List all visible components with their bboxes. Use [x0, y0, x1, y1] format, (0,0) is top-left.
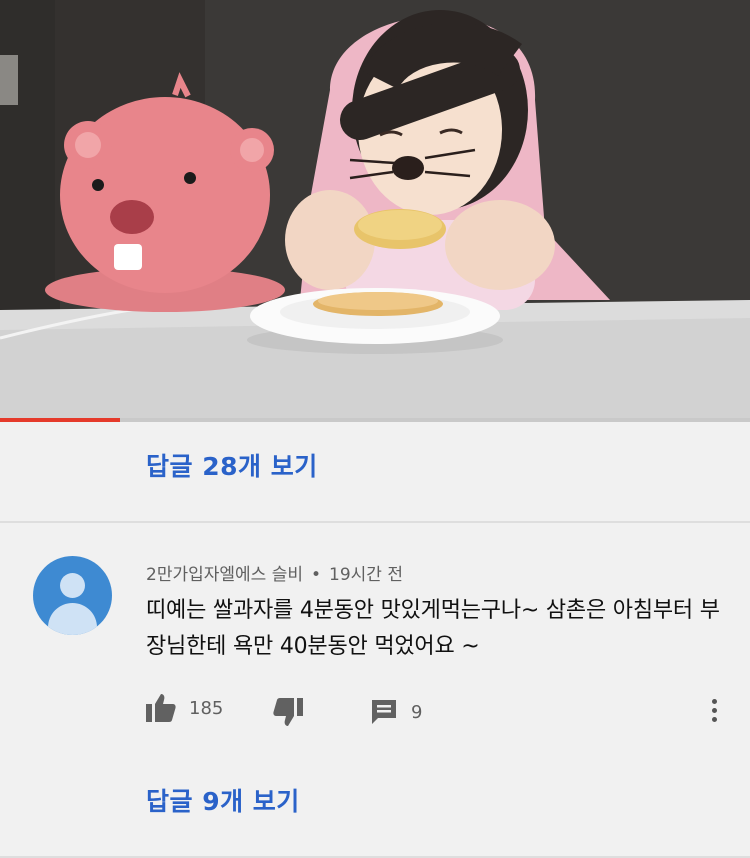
comment-text: 띠예는 쌀과자를 4분동안 맛있게먹는구나~ 삼촌은 아침부터 부장님한테 욕만… [146, 598, 720, 659]
thumbs-up-icon [146, 694, 176, 722]
thumbs-down-icon [273, 698, 303, 726]
reply-count: 9 [411, 701, 423, 723]
like-button[interactable]: 185 [146, 694, 223, 722]
avatar[interactable] [33, 556, 112, 635]
video-frame [0, 0, 750, 418]
comment-icon [372, 700, 396, 724]
meta-separator: • [310, 565, 322, 585]
kebab-dot [711, 708, 717, 713]
comment-author[interactable]: 2만가입자엘에스 슬비 [146, 565, 303, 585]
comment-meta: 2만가입자엘에스 슬비 • 19시간 전 [146, 560, 403, 585]
avatar-head-shape [60, 573, 85, 598]
kebab-dot [711, 717, 717, 722]
avatar-body-shape [48, 603, 97, 635]
video-player[interactable] [0, 0, 750, 418]
dislike-button[interactable] [273, 698, 303, 726]
video-progress-fill [0, 418, 120, 422]
view-replies-link-comment[interactable]: 답글 9개 보기 [146, 782, 300, 818]
view-replies-link[interactable]: 답글 28개 보기 [146, 447, 318, 483]
kebab-dot [711, 699, 717, 704]
video-progress-bar[interactable] [0, 418, 750, 422]
more-vert-icon[interactable] [702, 696, 726, 726]
like-count: 185 [189, 697, 224, 719]
reply-button[interactable]: 9 [370, 698, 422, 726]
plate [247, 288, 503, 354]
comment-divider [0, 521, 750, 523]
comment-time: 19시간 전 [329, 565, 403, 585]
